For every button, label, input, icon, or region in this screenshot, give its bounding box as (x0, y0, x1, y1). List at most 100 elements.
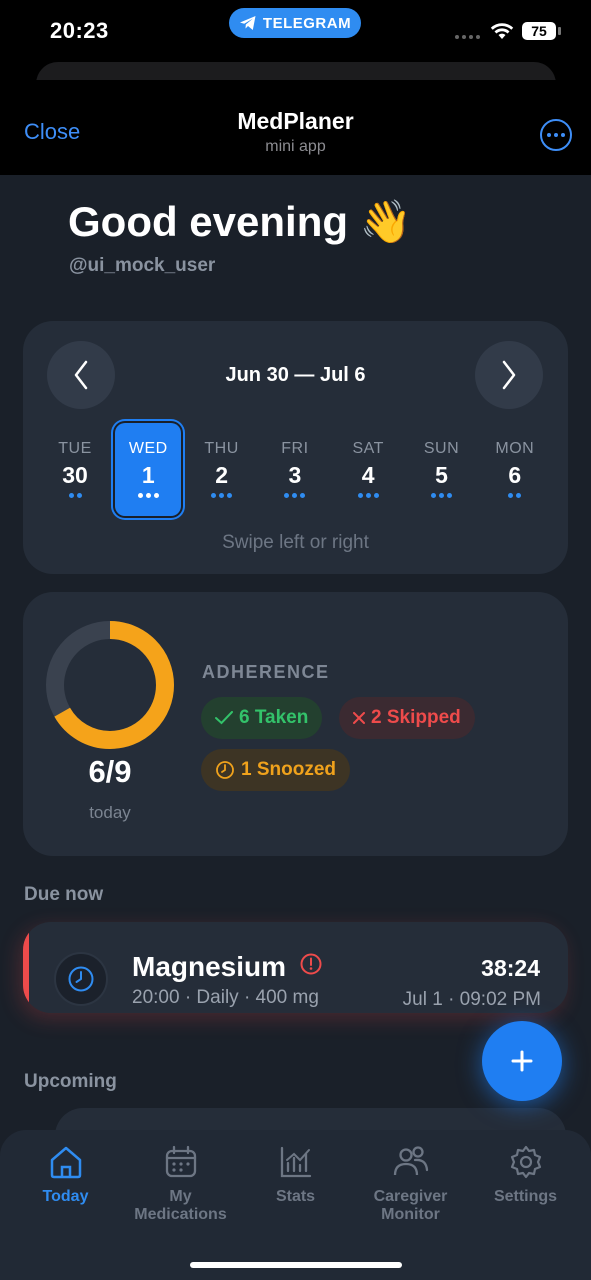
dose-dot (516, 493, 522, 498)
app-subtitle: mini app (265, 138, 326, 155)
day-name: TUE (58, 440, 92, 457)
due-now-heading: Due now (24, 884, 104, 905)
day-sat[interactable]: SAT 4 (332, 420, 404, 520)
dose-dot (300, 493, 306, 498)
dose-dot (373, 493, 379, 498)
upcoming-heading: Upcoming (24, 1071, 117, 1092)
medication-meta: 20:00 · Daily · 400 mg (132, 987, 319, 1008)
app-title: MedPlaner (237, 108, 354, 134)
dose-dot (219, 493, 225, 498)
skipped-label: 2 Skipped (371, 707, 461, 728)
day-name: SAT (352, 440, 384, 457)
taken-label: 6 Taken (239, 707, 309, 728)
dose-dot (145, 493, 151, 498)
day-wed[interactable]: WED 1 (112, 420, 184, 520)
dose-dot (211, 493, 217, 498)
tab-settings[interactable]: Settings (468, 1142, 583, 1206)
dose-dots (406, 493, 478, 498)
dose-dot (431, 493, 436, 498)
day-name: SUN (423, 440, 460, 457)
dose-dots (479, 493, 551, 498)
tab-today[interactable]: Today (8, 1142, 123, 1206)
adherence-value: 6/9 (88, 754, 132, 789)
dose-dots (259, 493, 331, 498)
chart-icon (279, 1142, 313, 1182)
people-icon (393, 1142, 429, 1182)
tab-caregiver-monitor[interactable]: Caregiver Monitor (353, 1142, 468, 1224)
day-tue[interactable]: TUE 30 (39, 420, 111, 520)
medication-name: Magnesium (132, 951, 287, 982)
dose-dots (39, 493, 111, 498)
dose-dot (292, 493, 298, 498)
week-range: Jun 30 — Jul 6 (225, 364, 366, 386)
taken-badge[interactable]: 6 Taken (201, 697, 323, 739)
tab-label: Today (42, 1188, 89, 1205)
username: @ui_mock_user (69, 255, 216, 276)
day-number: 2 (215, 462, 228, 488)
dose-dot (447, 493, 452, 498)
day-number: 3 (288, 462, 302, 488)
dose-dot (227, 493, 233, 498)
swipe-hint: Swipe left or right (222, 532, 369, 553)
battery-tip (558, 27, 561, 35)
status-time: 20:23 (50, 18, 109, 43)
countdown: 38:24 (481, 955, 540, 981)
checkmark-icon (215, 711, 233, 725)
telegram-pill[interactable]: TELEGRAM (229, 8, 361, 38)
snoozed-label: 1 Snoozed (241, 759, 337, 780)
day-sun[interactable]: SUN 5 (406, 420, 478, 520)
snoozed-badge[interactable]: 1 Snoozed (201, 749, 351, 791)
home-indicator (190, 1262, 402, 1268)
day-number: 5 (435, 462, 448, 488)
day-number: 4 (361, 462, 375, 488)
day-mon[interactable]: MON 6 (479, 420, 551, 520)
dose-dot (68, 493, 74, 498)
x-mark-icon (353, 712, 365, 724)
overdue-indicator (23, 922, 29, 1013)
day-fri[interactable]: FRI 3 (259, 420, 331, 520)
tab-label: My Medications (134, 1188, 227, 1223)
clock-icon (216, 761, 234, 779)
battery-icon: 75 (522, 22, 556, 40)
skipped-badge[interactable]: 2 Skipped (339, 697, 475, 739)
tab-label: Settings (493, 1188, 558, 1205)
dose-dots (332, 493, 404, 498)
telegram-pill-label: TELEGRAM (262, 14, 352, 32)
dose-dot (508, 493, 514, 498)
wifi-icon (490, 23, 514, 39)
day-thu[interactable]: THU 2 (186, 420, 258, 520)
dose-clock-icon (54, 952, 108, 1006)
day-number: 30 (62, 462, 88, 488)
dose-dot (284, 493, 290, 498)
alert-icon (300, 953, 322, 975)
dose-dot (76, 493, 82, 498)
gear-icon (509, 1142, 543, 1182)
home-icon (48, 1142, 84, 1182)
tab-my-medications[interactable]: My Medications (123, 1142, 238, 1224)
dose-dot (439, 493, 444, 498)
plus-icon (511, 1050, 533, 1072)
dose-dots (112, 493, 184, 498)
dose-dot (153, 493, 159, 498)
adherence-ring (46, 621, 174, 749)
calendar-icon (164, 1142, 198, 1182)
ellipsis-circle-icon[interactable] (540, 119, 572, 151)
day-name: WED (128, 440, 168, 457)
day-number: 1 (141, 462, 155, 488)
greeting-title: Good evening 👋 (68, 198, 412, 245)
day-number: 6 (508, 462, 522, 488)
dose-dot (137, 493, 143, 498)
day-name: MON (495, 440, 535, 457)
dose-dot (357, 493, 363, 498)
add-medication-button[interactable] (482, 1021, 562, 1101)
tab-stats[interactable]: Stats (238, 1142, 353, 1206)
day-name: THU (204, 440, 239, 457)
dose-dot (365, 493, 371, 498)
cellular-signal-icon (455, 35, 480, 39)
adherence-sub: today (89, 803, 131, 822)
due-time: Jul 1 · 09:02 PM (402, 989, 541, 1010)
tab-label: Caregiver Monitor (373, 1188, 448, 1223)
adherence-label: ADHERENCE (202, 662, 330, 682)
dose-dots (186, 493, 258, 498)
day-name: FRI (281, 440, 309, 457)
